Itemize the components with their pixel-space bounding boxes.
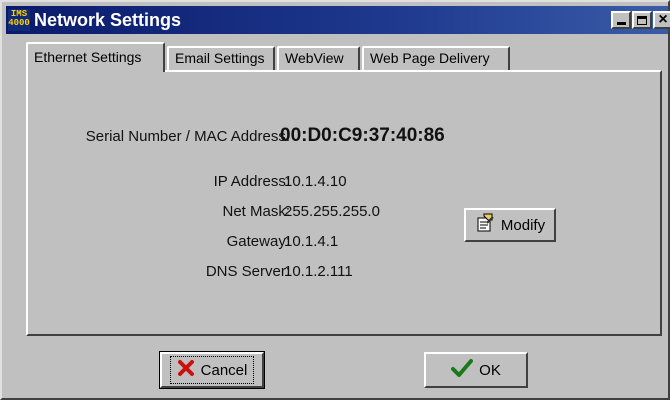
close-icon: × [658, 11, 668, 28]
tab-ethernet-settings[interactable]: Ethernet Settings [26, 42, 165, 72]
network-settings-window: IMS 4000 Network Settings × Ethernet Set… [0, 0, 670, 400]
ip-address-label: IP Address: [213, 173, 290, 190]
net-mask-label: Net Mask: [222, 203, 290, 220]
maximize-button[interactable] [632, 11, 652, 29]
ok-label: OK [479, 361, 501, 379]
cancel-button[interactable]: Cancel [159, 351, 265, 389]
tab-label: Email Settings [175, 50, 265, 66]
ims-app-icon[interactable]: IMS 4000 [8, 9, 30, 31]
minimize-icon [616, 22, 626, 25]
maximize-icon [637, 15, 647, 25]
tab-webview[interactable]: WebView [277, 46, 360, 70]
serial-number-label: Serial Number / MAC Address: [85, 128, 290, 145]
mac-address-value: 00:D0:C9:37:40:86 [280, 125, 445, 146]
gateway-value: 10.1.4.1 [284, 233, 339, 250]
cancel-focus-rect: Cancel [169, 356, 255, 384]
tab-email-settings[interactable]: Email Settings [167, 46, 275, 70]
dns-server-value: 10.1.2.111 [284, 263, 353, 280]
window-title: Network Settings [34, 10, 182, 30]
ok-button[interactable]: OK [424, 352, 528, 388]
tab-label: Ethernet Settings [34, 49, 142, 65]
close-button[interactable]: × [653, 11, 670, 29]
ip-address-value: 10.1.4.10 [284, 173, 347, 190]
modify-icon [475, 213, 495, 237]
modify-label: Modify [500, 216, 546, 234]
ethernet-settings-panel: Serial Number / MAC Address: 00:D0:C9:37… [26, 70, 662, 336]
ok-check-icon [451, 359, 474, 381]
modify-button[interactable]: Modify [464, 208, 556, 242]
title-bar[interactable]: IMS 4000 Network Settings × [6, 6, 670, 34]
minimize-button[interactable] [611, 11, 631, 29]
tab-web-page-delivery[interactable]: Web Page Delivery [362, 46, 510, 70]
cancel-x-icon [177, 359, 195, 381]
gateway-label: Gateway: [226, 233, 290, 250]
net-mask-value: 255.255.255.0 [284, 203, 380, 220]
app-icon-text: IMS 4000 [8, 9, 30, 28]
tab-label: WebView [285, 50, 344, 66]
tab-label: Web Page Delivery [370, 50, 490, 66]
dns-server-label: DNS Server: [205, 263, 290, 280]
cancel-label: Cancel [200, 361, 248, 379]
